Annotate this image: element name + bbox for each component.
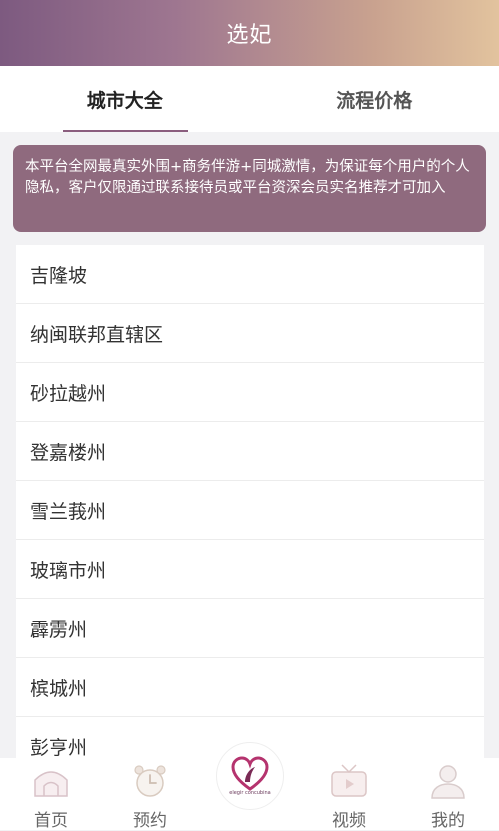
city-list: 吉隆坡 纳闽联邦直辖区 砂拉越州 登嘉楼州 雪兰莪州 玻璃市州 霹雳州 槟城州 … [16, 245, 484, 758]
tabbar-video[interactable]: 视频 [314, 758, 384, 830]
tabbar-home[interactable]: 首页 [16, 758, 86, 830]
notice-banner: 本平台全网最真实外围+商务伴游+同城激情，为保证每个用户的个人隐私，客户仅限通过… [13, 145, 486, 232]
center-logo-button[interactable]: elegir concubina [216, 742, 284, 810]
city-item[interactable]: 霹雳州 [16, 599, 484, 658]
tabbar-booking-label: 预约 [133, 806, 167, 831]
city-item[interactable]: 登嘉楼州 [16, 422, 484, 481]
tabbar-booking[interactable]: 预约 [115, 758, 185, 830]
city-item[interactable]: 玻璃市州 [16, 540, 484, 599]
bottom-tabbar: 首页 预约 elegir concubina 视频 [0, 758, 499, 830]
tab-process-price[interactable]: 流程价格 [250, 66, 499, 132]
tv-icon [329, 762, 369, 800]
city-item[interactable]: 纳闽联邦直辖区 [16, 304, 484, 363]
tab-city-list[interactable]: 城市大全 [0, 66, 250, 132]
page-title: 选妃 [226, 17, 272, 49]
user-icon [428, 762, 468, 800]
tabbar-mine-label: 我的 [431, 806, 465, 831]
city-item[interactable]: 雪兰莪州 [16, 481, 484, 540]
tabbar-mine[interactable]: 我的 [413, 758, 483, 830]
heart-logo-icon [231, 756, 269, 792]
alarm-clock-icon [130, 762, 170, 800]
app-header: 选妃 [0, 0, 499, 66]
logo-caption: elegir concubina [229, 790, 270, 796]
tabbar-home-label: 首页 [34, 806, 68, 831]
city-item[interactable]: 吉隆坡 [16, 245, 484, 304]
city-item[interactable]: 槟城州 [16, 658, 484, 717]
city-item[interactable]: 砂拉越州 [16, 363, 484, 422]
tab-bar: 城市大全 流程价格 [0, 66, 499, 132]
tabbar-video-label: 视频 [332, 806, 366, 831]
home-icon [31, 762, 71, 800]
